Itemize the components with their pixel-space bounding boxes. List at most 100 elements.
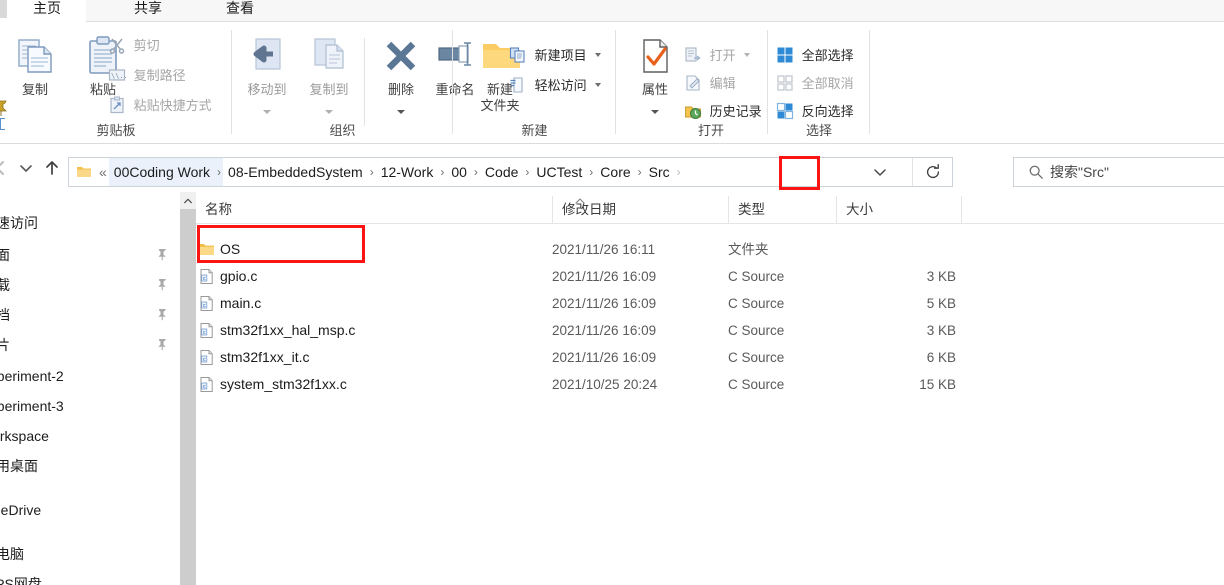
tab-view[interactable]: 查看 — [212, 0, 268, 22]
table-row[interactable]: c main.c 2021/11/26 16:09 C Source 5 KB — [196, 290, 1224, 317]
scrollbar-thumb[interactable] — [180, 209, 196, 585]
new-folder-button[interactable]: 新建 文件夹 — [467, 28, 533, 118]
breadcrumb-sep-5[interactable]: › — [587, 158, 595, 186]
chevron-down-icon — [397, 110, 405, 114]
paste-shortcut-button[interactable]: 粘贴快捷方式 — [108, 94, 212, 118]
history-icon — [685, 106, 701, 119]
address-dropdown-button[interactable] — [866, 158, 894, 186]
breadcrumb-item-3[interactable]: 00 — [446, 158, 472, 186]
copy-button[interactable]: 复制 — [4, 28, 66, 118]
breadcrumb-sep-6[interactable]: › — [636, 158, 644, 186]
copy-to-button[interactable]: 复制到 — [298, 28, 360, 118]
move-to-button[interactable]: 移动到 — [236, 28, 298, 118]
edit-button[interactable]: 编辑 — [684, 72, 736, 96]
group-divider — [869, 30, 870, 134]
nav-item-public-desktop[interactable]: 公用桌面 — [0, 451, 180, 481]
table-row[interactable]: c stm32f1xx_hal_msp.c 2021/11/26 16:09 C… — [196, 317, 1224, 344]
easy-access-button[interactable]: 轻松访问 — [509, 74, 602, 98]
breadcrumb-sep-2[interactable]: › — [438, 158, 446, 186]
paste-shortcut-button-label: 粘贴快捷方式 — [133, 98, 212, 113]
breadcrumb-sep-3[interactable]: › — [472, 158, 480, 186]
nav-item-workspace[interactable]: workspace — [0, 421, 180, 451]
nav-item-pictures[interactable]: 图片 — [0, 330, 180, 360]
nav-item-downloads[interactable]: 下载 — [0, 270, 180, 300]
chevron-up-icon — [184, 198, 192, 203]
file-size: 5 KB — [926, 296, 956, 311]
navigation-pane-scrollbar[interactable] — [180, 192, 196, 585]
scroll-up-button[interactable] — [180, 192, 196, 209]
c-file-icon: c — [200, 377, 213, 392]
column-header-name[interactable]: 名称 — [196, 196, 552, 223]
up-button[interactable] — [38, 154, 66, 182]
move-to-button-label: 移动到 — [247, 82, 287, 97]
nav-item-label: 图片 — [0, 337, 10, 353]
search-box[interactable]: 搜索"Src" — [1013, 157, 1224, 187]
search-icon — [1029, 165, 1043, 179]
c-file-icon: c — [200, 323, 213, 338]
nav-item-wps-drive[interactable]: WPS网盘 — [0, 569, 180, 585]
nav-item-documents[interactable]: 文档 — [0, 300, 180, 330]
nav-item-label: 公用桌面 — [0, 458, 38, 474]
breadcrumb-item-src[interactable]: Src — [644, 158, 675, 186]
ribbon-group-select: 全部选择 全部取消 反向选择 选择 — [768, 22, 870, 144]
search-icon-wrap — [1028, 164, 1044, 180]
properties-button[interactable]: 属性 — [624, 28, 686, 118]
breadcrumb-item-0[interactable]: 00Coding Work — [108, 158, 216, 186]
refresh-button[interactable] — [912, 158, 952, 186]
breadcrumb-item-5[interactable]: UCTest — [531, 158, 587, 186]
table-row[interactable]: c system_stm32f1xx.c 2021/10/25 20:24 C … — [196, 371, 1224, 398]
pin-icon — [158, 249, 166, 261]
history-button-label: 历史记录 — [709, 104, 762, 119]
copy-to-button-label: 复制到 — [309, 82, 349, 97]
breadcrumb-item-2[interactable]: 12-Work — [376, 158, 439, 186]
new-item-button[interactable]: 新建项目 — [509, 44, 602, 68]
nav-item-this-pc[interactable]: 此电脑 — [0, 539, 180, 569]
column-header-row: 名称 修改日期 类型 大小 — [196, 196, 1224, 224]
up-arrow-icon — [46, 161, 58, 175]
tab-share[interactable]: 共享 — [120, 0, 176, 22]
breadcrumb-item-6[interactable]: Core — [595, 158, 635, 186]
delete-button[interactable]: 删除 — [370, 28, 432, 118]
breadcrumb-sep-7[interactable]: › — [675, 158, 683, 186]
breadcrumb-sep-1[interactable]: › — [368, 158, 376, 186]
breadcrumb-item-1[interactable]: 08-EmbeddedSystem — [223, 158, 368, 186]
recent-locations-button[interactable] — [12, 154, 40, 182]
column-header-size[interactable]: 大小 — [836, 196, 961, 223]
file-name: stm32f1xx_it.c — [220, 349, 310, 365]
search-input-placeholder[interactable]: 搜索"Src" — [1050, 162, 1109, 182]
file-date: 2021/11/26 16:09 — [552, 323, 657, 338]
tab-home[interactable]: 主页 — [8, 0, 86, 22]
nav-item-experiment-2[interactable]: experiment-2 — [0, 361, 180, 391]
c-file-icon: c — [200, 350, 213, 365]
nav-item-label: 桌面 — [0, 247, 10, 263]
file-name: main.c — [220, 295, 262, 311]
breadcrumb-bar[interactable]: « 00Coding Work › 08-EmbeddedSystem › 12… — [68, 157, 953, 187]
nav-item-quick-access[interactable]: 快速访问 — [0, 208, 180, 238]
table-row[interactable]: c stm32f1xx_it.c 2021/11/26 16:09 C Sour… — [196, 344, 1224, 371]
nav-item-experiment-3[interactable]: experiment-3 — [0, 391, 180, 421]
svg-text:c: c — [203, 303, 206, 309]
tab-strip-background — [8, 0, 1224, 22]
window-left-edge — [0, 0, 7, 18]
open-button[interactable]: 打开 — [684, 44, 751, 68]
table-row[interactable]: c gpio.c 2021/11/26 16:09 C Source 3 KB — [196, 263, 1224, 290]
breadcrumb-overflow[interactable]: « — [97, 158, 109, 186]
column-header-type[interactable]: 类型 — [728, 196, 836, 223]
select-none-button[interactable]: 全部取消 — [776, 72, 854, 96]
nav-item-desktop[interactable]: 桌面 — [0, 240, 180, 270]
open-icon — [685, 47, 701, 62]
chevron-down-icon — [595, 83, 602, 87]
cut-button[interactable]: 剪切 — [108, 34, 160, 58]
properties-icon — [643, 39, 668, 73]
table-row[interactable]: OS 2021/11/26 16:11 文件夹 — [196, 236, 1224, 263]
file-type: 文件夹 — [728, 242, 769, 257]
breadcrumb-sep-4[interactable]: › — [523, 158, 531, 186]
select-all-button[interactable]: 全部选择 — [776, 44, 854, 68]
breadcrumb-item-4[interactable]: Code — [480, 158, 523, 186]
copy-path-button[interactable]: \\.. 复制路径 — [108, 64, 186, 88]
nav-item-onedrive[interactable]: OneDrive — [0, 495, 180, 525]
address-folder-icon — [69, 164, 97, 180]
breadcrumb-sep-0[interactable]: › — [215, 158, 224, 186]
chevron-down-icon — [651, 110, 659, 114]
properties-button-label: 属性 — [641, 82, 668, 97]
